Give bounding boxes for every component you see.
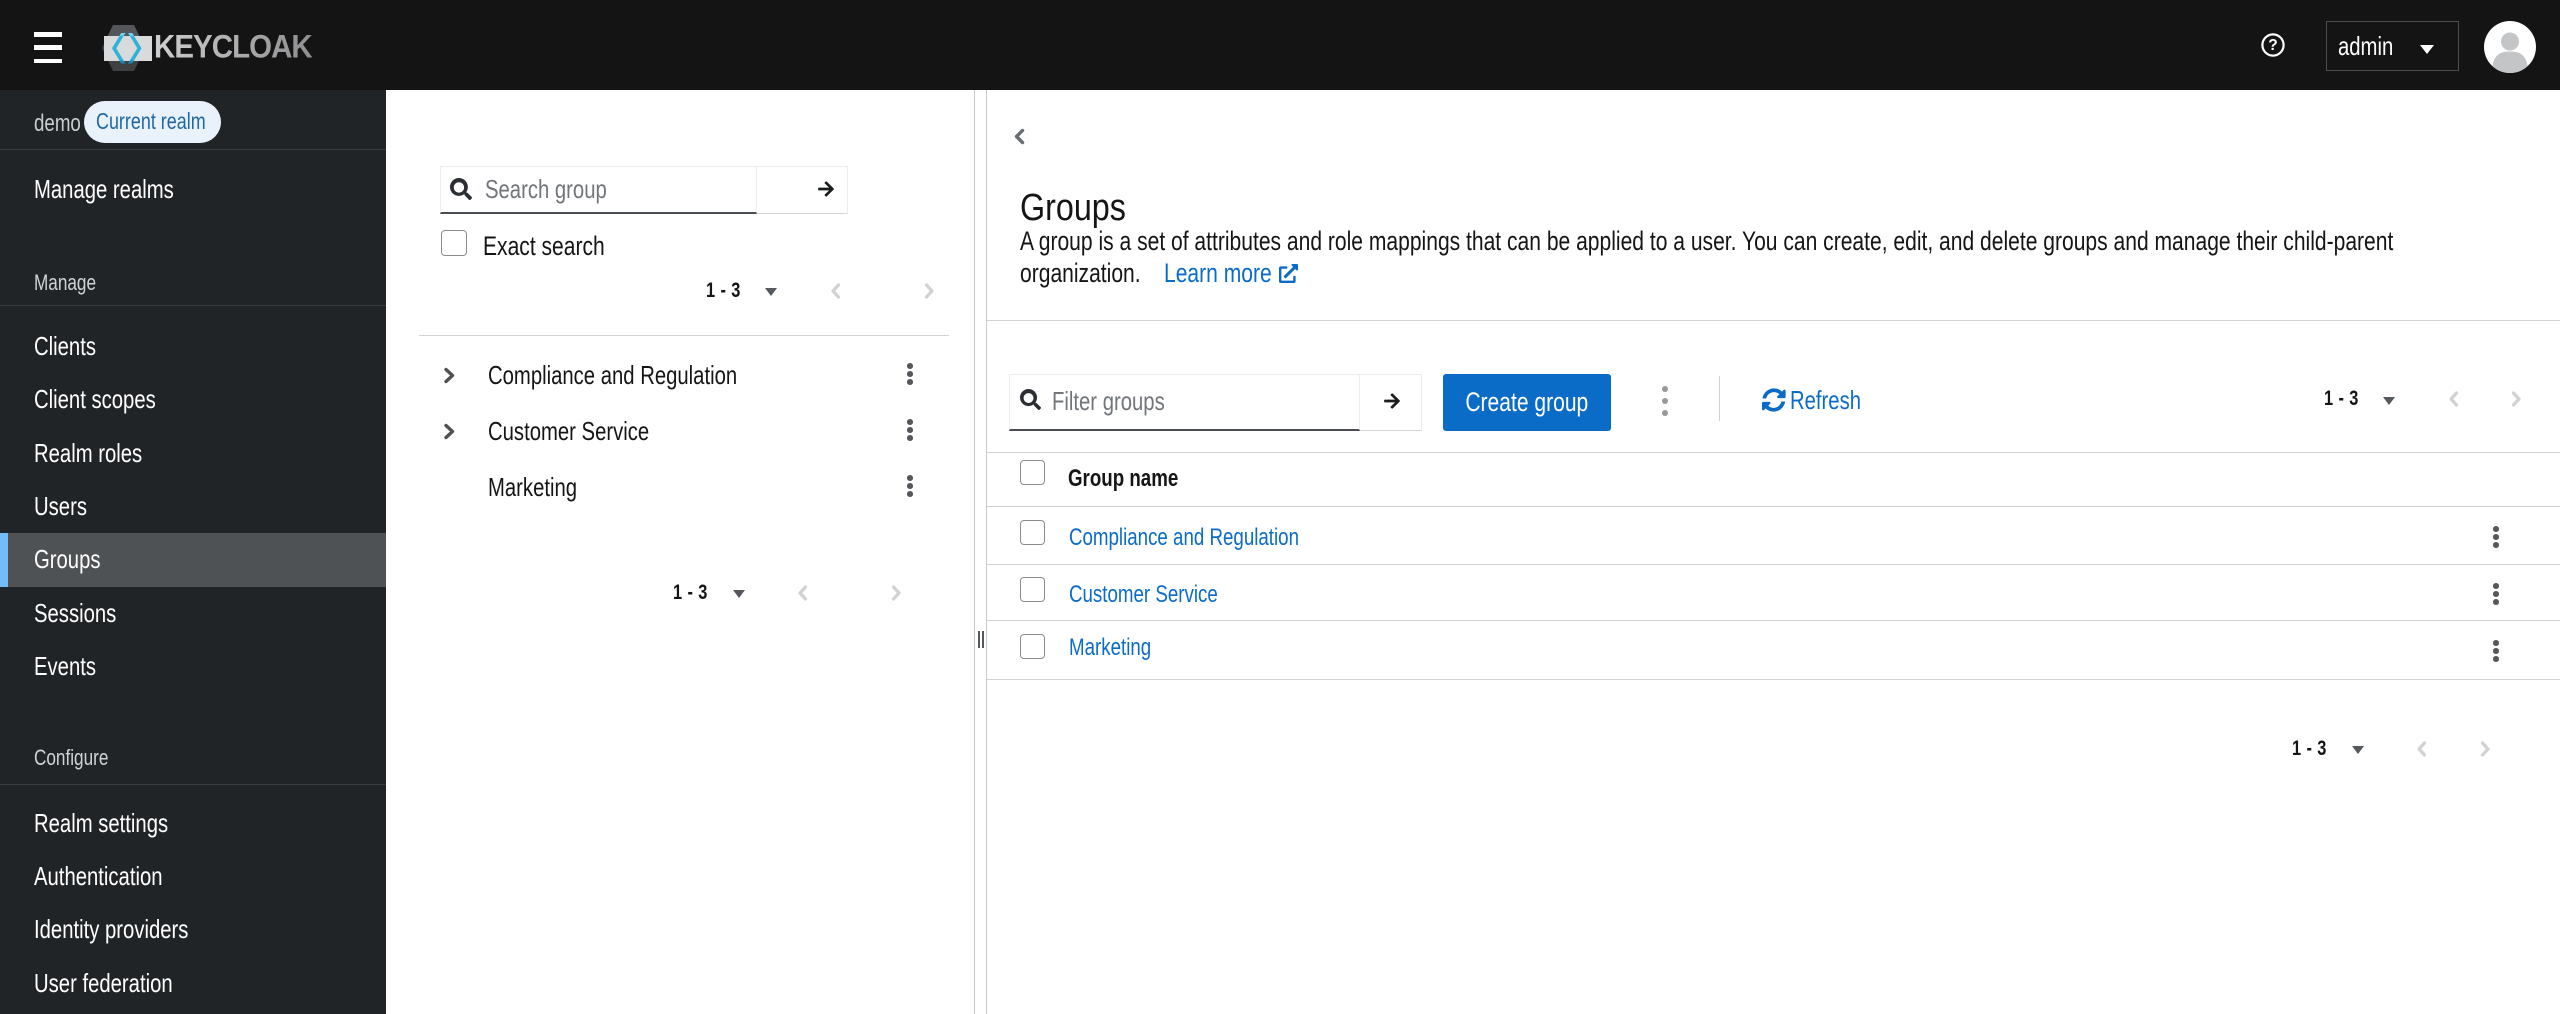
svg-text:KEYCLOAK: KEYCLOAK	[154, 28, 313, 64]
svg-text:?: ?	[2268, 37, 2277, 54]
